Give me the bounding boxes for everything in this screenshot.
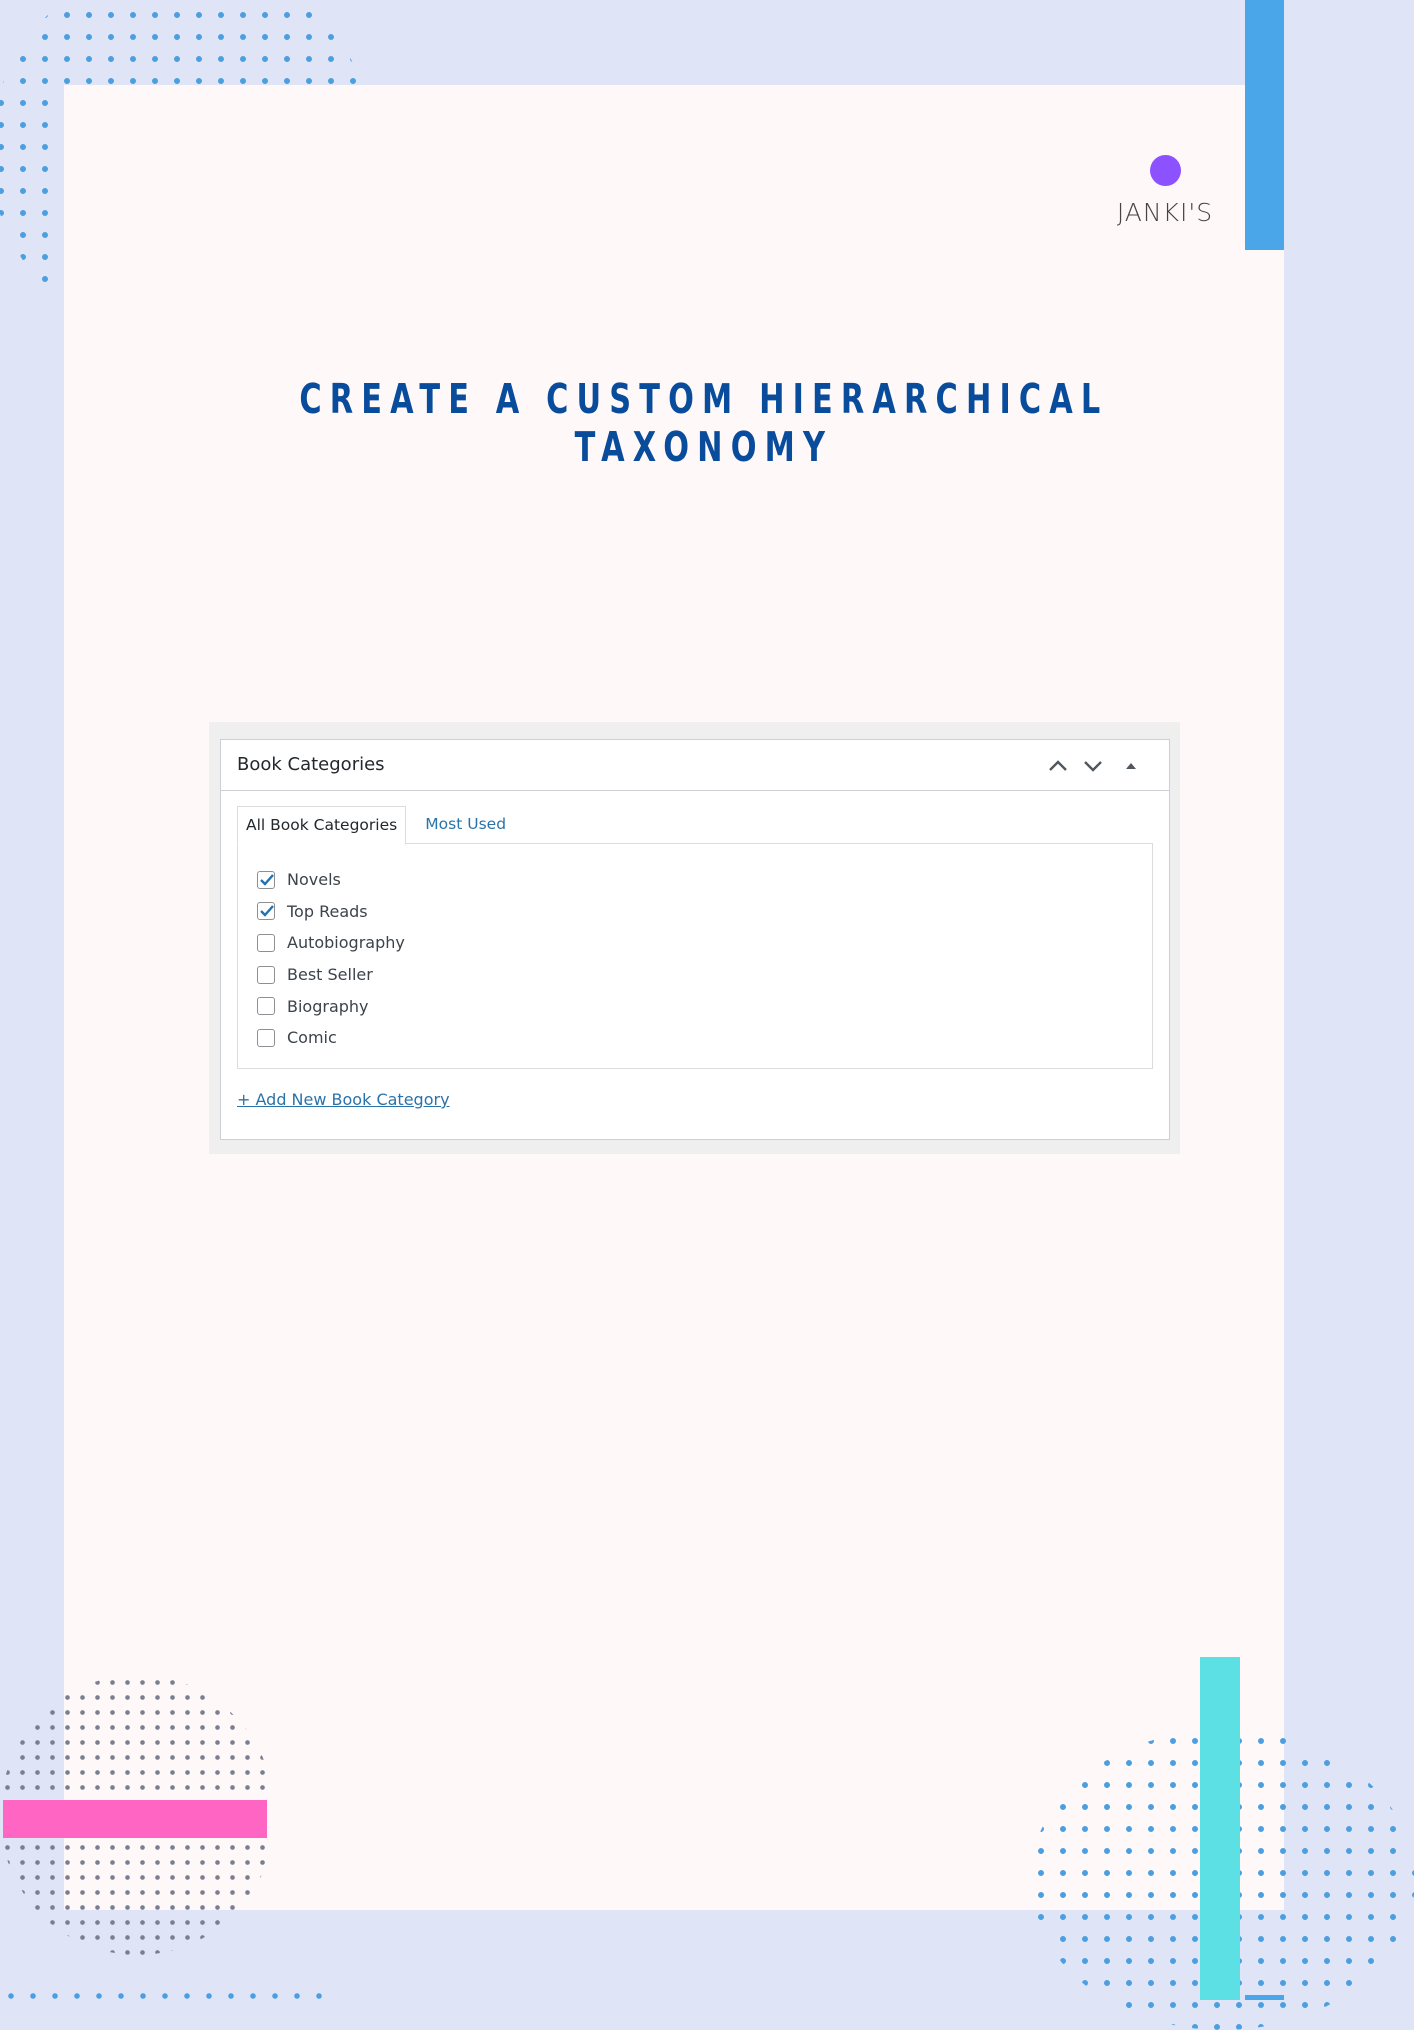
dot-pattern-bottom-strip <box>0 1985 330 2000</box>
metabox-title: Book Categories <box>237 754 385 775</box>
category-item[interactable]: Autobiography <box>257 927 405 959</box>
category-label: Autobiography <box>287 933 405 953</box>
category-item[interactable]: Biography <box>257 990 405 1022</box>
book-categories-metabox: Book Categories All Book Categories Most… <box>220 739 1170 1140</box>
checkbox-checked[interactable] <box>257 902 275 921</box>
brand-logo: JANKI'S <box>1116 198 1214 227</box>
tab-most-used[interactable]: Most Used <box>417 806 514 842</box>
category-label: Biography <box>287 996 369 1016</box>
add-new-category-link[interactable]: + Add New Book Category <box>237 1090 450 1109</box>
checkbox-unchecked[interactable] <box>257 965 275 984</box>
tab-all-book-categories[interactable]: All Book Categories <box>237 806 407 845</box>
decor-bar-blue-small <box>1245 1995 1284 2000</box>
category-label: Top Reads <box>287 901 368 921</box>
category-item[interactable]: Best Seller <box>257 959 405 991</box>
checkbox-unchecked[interactable] <box>257 933 275 952</box>
page-title: CREATE A CUSTOM HIERARCHICAL TAXONOMY <box>299 375 1109 471</box>
category-item[interactable]: Top Reads <box>257 896 405 928</box>
logo-dot <box>1150 155 1181 186</box>
metabox-header: Book Categories <box>221 740 1169 791</box>
triangle-up-icon[interactable] <box>1119 754 1143 778</box>
chevron-up-icon[interactable] <box>1046 754 1070 778</box>
category-item[interactable]: Novels <box>257 864 405 896</box>
category-label: Novels <box>287 870 341 890</box>
category-label: Best Seller <box>287 965 373 985</box>
category-item[interactable]: Comic <box>257 1022 405 1054</box>
checkbox-checked[interactable] <box>257 870 275 889</box>
category-tabs: All Book Categories Most Used <box>237 806 514 845</box>
decor-bar-blue <box>1245 0 1284 250</box>
screenshot-frame: Book Categories All Book Categories Most… <box>209 722 1180 1154</box>
category-label: Comic <box>287 1028 337 1048</box>
category-checklist: Novels Top Reads Autobiography Best Sell… <box>257 864 405 1054</box>
chevron-down-icon[interactable] <box>1081 754 1105 778</box>
decor-bar-cyan <box>1200 1657 1240 2000</box>
category-checklist-panel: Novels Top Reads Autobiography Best Sell… <box>237 843 1153 1069</box>
checkbox-unchecked[interactable] <box>257 997 275 1016</box>
decor-bar-pink <box>3 1800 267 1838</box>
checkbox-unchecked[interactable] <box>257 1028 275 1047</box>
